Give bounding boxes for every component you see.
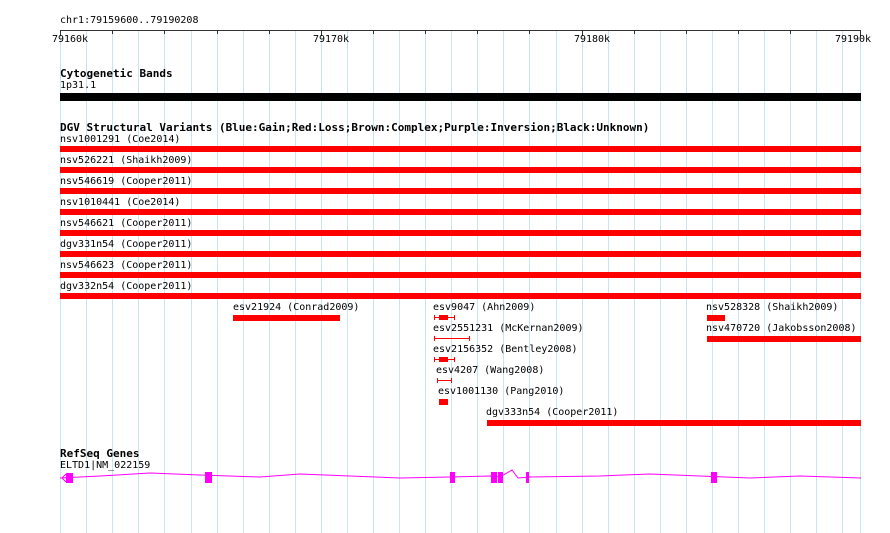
gene-intron-line	[59, 469, 862, 479]
gene-exon[interactable]	[498, 472, 503, 483]
gene-exon[interactable]	[450, 472, 455, 483]
gene-exon[interactable]	[526, 472, 529, 483]
genome-browser-view: chr1:79159600..79190208 79160k 79170k 79…	[0, 0, 890, 533]
gene-exon[interactable]	[66, 473, 73, 483]
gene-exon[interactable]	[711, 472, 717, 483]
gene-exon[interactable]	[205, 472, 212, 483]
gene-model[interactable]	[0, 0, 890, 533]
gene-exon[interactable]	[491, 472, 497, 483]
